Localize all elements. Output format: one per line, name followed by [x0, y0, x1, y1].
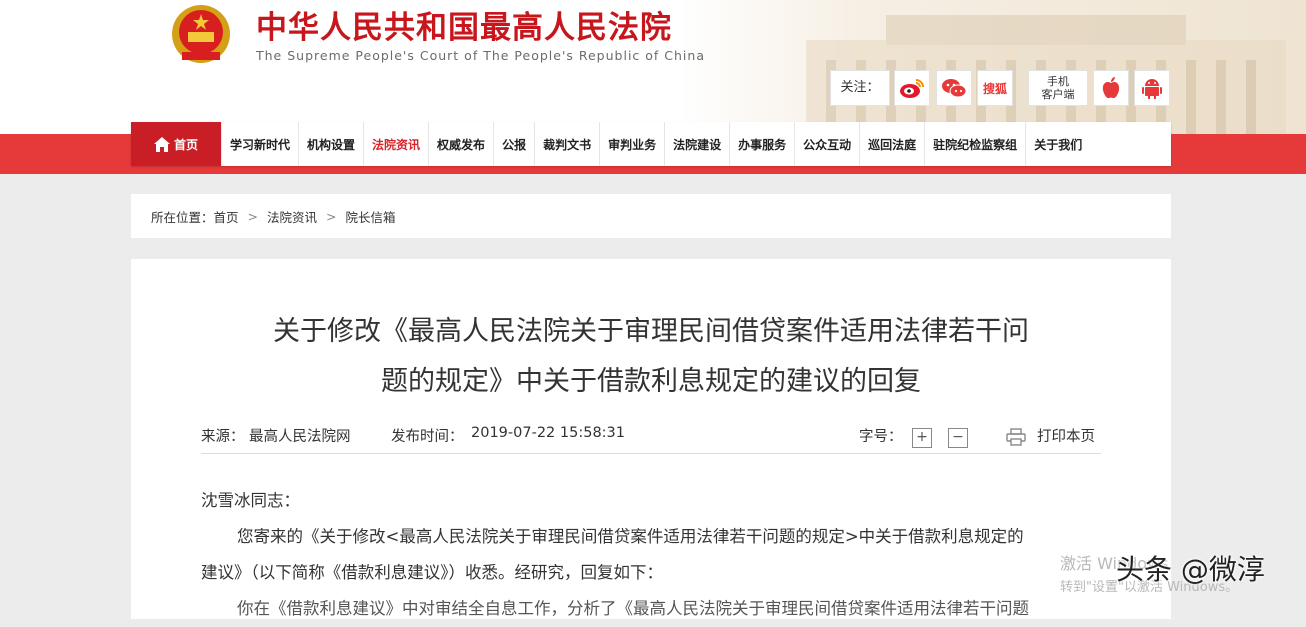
sohu-icon: 搜狐: [982, 81, 1007, 96]
mobile-client-label: 手机 客户端: [1041, 75, 1075, 101]
nav-item-home[interactable]: 首页: [131, 122, 222, 166]
breadcrumb-separator: >: [247, 208, 259, 224]
nav-item-study[interactable]: 学习新时代: [222, 122, 300, 166]
nav-item-services[interactable]: 办事服务: [730, 122, 796, 166]
paragraph: 建议》（以下简称《借款利息建议》）收悉。经研究，回复如下：: [201, 563, 663, 582]
breadcrumb: 所在位置： 首页 > 法院资讯 > 院长信箱: [131, 194, 1171, 238]
android-button[interactable]: [1134, 70, 1170, 106]
nav-item-organization[interactable]: 机构设置: [299, 122, 365, 166]
nav-item-court-news[interactable]: 法院资讯: [364, 122, 430, 166]
article: 关于修改《最高人民法院关于审理民间借贷案件适用法律若干问 题的规定》中关于借款利…: [131, 259, 1171, 619]
site-subtitle: The Supreme People's Court of The People…: [256, 48, 705, 63]
home-icon: [153, 136, 170, 152]
source-value: 最高人民法院网: [249, 429, 351, 445]
mobile-client-button[interactable]: 手机 客户端: [1028, 70, 1088, 106]
article-title: 关于修改《最高人民法院关于审理民间借贷案件适用法律若干问 题的规定》中关于借款利…: [273, 316, 1029, 397]
breadcrumb-mailbox-link[interactable]: 院长信箱: [346, 207, 396, 226]
salutation: 沈雪冰同志：: [201, 491, 300, 510]
sohu-button[interactable]: 搜狐: [977, 70, 1013, 106]
site-header: 中华人民共和国最高人民法院 The Supreme People's Court…: [0, 0, 1306, 134]
follow-label: 关注：: [830, 70, 890, 106]
wechat-button[interactable]: [936, 70, 972, 106]
national-emblem-icon: [172, 5, 230, 63]
print-link[interactable]: 打印本页: [1037, 425, 1095, 446]
time-label: 发布时间：: [391, 429, 464, 445]
time-value: 2019-07-22 15:58:31: [471, 425, 625, 441]
nav-item-releases[interactable]: 权威发布: [429, 122, 495, 166]
nav-item-court-building[interactable]: 法院建设: [665, 122, 731, 166]
breadcrumb-prefix: 所在位置：: [151, 209, 214, 225]
nav-item-about[interactable]: 关于我们: [1026, 122, 1090, 166]
nav-item-gazette[interactable]: 公报: [494, 122, 536, 166]
toutiao-watermark: 头条 @微淳: [1116, 553, 1265, 586]
nav-item-judgments[interactable]: 裁判文书: [535, 122, 601, 166]
article-body: 沈雪冰同志： 您寄来的《关于修改<最高人民法院关于审理民间借贷案件适用法律若干问…: [201, 483, 1101, 627]
font-decrease-button[interactable]: −: [948, 428, 968, 448]
android-icon: [1142, 79, 1162, 99]
nav-item-label: 首页: [173, 137, 198, 152]
font-increase-button[interactable]: +: [912, 428, 932, 448]
weibo-icon: [900, 79, 924, 98]
article-meta: 来源： 最高人民法院网 发布时间： 2019-07-22 15:58:31 字号…: [201, 423, 1101, 454]
nav-item-interaction[interactable]: 公众互动: [795, 122, 861, 166]
main-nav: 首页 学习新时代 机构设置 法院资讯 权威发布 公报 裁判文书 审判业务 法院建…: [131, 122, 1171, 166]
site-title[interactable]: 中华人民共和国最高人民法院: [256, 2, 672, 47]
breadcrumb-separator: >: [326, 208, 337, 224]
breadcrumb-home-link[interactable]: 首页: [214, 207, 239, 226]
weibo-button[interactable]: [894, 70, 930, 106]
paragraph: 你在《借款利息建议》中对审结全自息工作，分析了《最高人民法院关于审理民间借贷案件…: [237, 599, 1029, 618]
nav-item-circuit-court[interactable]: 巡回法庭: [860, 122, 926, 166]
breadcrumb-news-link[interactable]: 法院资讯: [267, 207, 317, 226]
apple-button[interactable]: [1093, 70, 1129, 106]
wechat-icon: [942, 79, 967, 98]
source-label: 来源：: [201, 429, 245, 445]
font-size-label: 字号：: [859, 429, 903, 445]
nav-item-discipline[interactable]: 驻院纪检监察组: [925, 122, 1027, 166]
apple-icon: [1102, 77, 1120, 99]
nav-item-trial-business[interactable]: 审判业务: [600, 122, 666, 166]
print-icon[interactable]: [1006, 428, 1026, 446]
paragraph: 您寄来的《关于修改<最高人民法院关于审理民间借贷案件适用法律若干问题的规定>中关…: [237, 527, 1024, 546]
court-building-image: [806, 15, 1286, 134]
